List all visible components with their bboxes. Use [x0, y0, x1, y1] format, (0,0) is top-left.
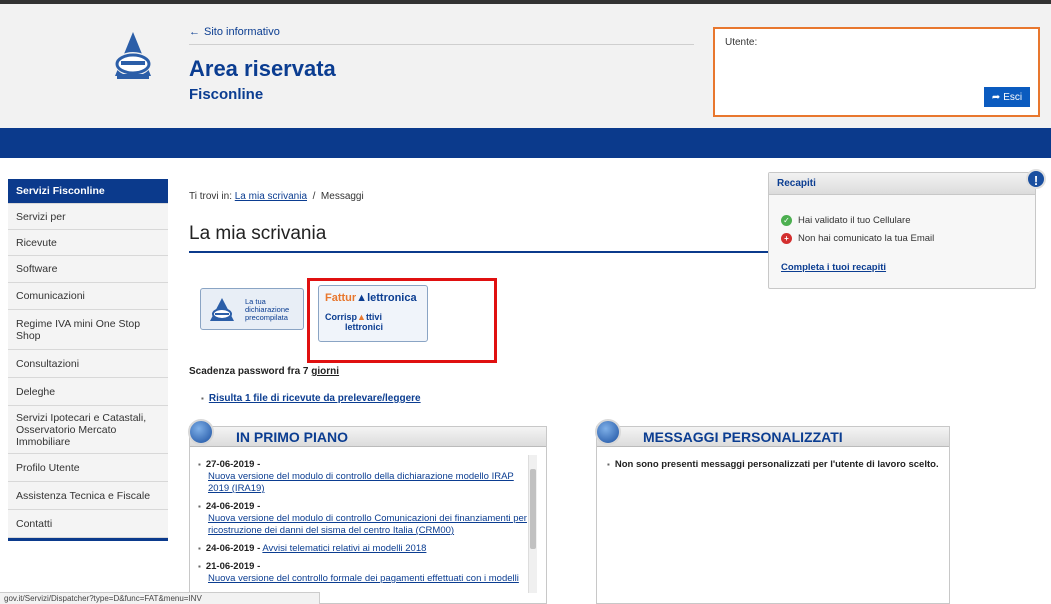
sidebar-item-comunicazioni[interactable]: Comunicazioni [8, 283, 168, 310]
precompilata-banner[interactable]: La tua dichiarazione precompilata [200, 288, 304, 330]
sidebar-item-servizi-fisconline[interactable]: Servizi Fisconline [8, 179, 168, 204]
sidebar-item-contatti[interactable]: Contatti [8, 510, 168, 538]
arrow-left-icon: ← [189, 26, 200, 38]
sidebar-item-software[interactable]: Software [8, 256, 168, 283]
bullet-icon: ▪ [198, 460, 201, 469]
completa-recapiti-link[interactable]: Completa i tuoi recapiti [781, 262, 886, 273]
sidebar-item-ricevute[interactable]: Ricevute [8, 230, 168, 256]
breadcrumb: Ti trovi in: La mia scrivania / Messaggi [189, 191, 364, 202]
status-bar-url: gov.it/Servizi/Dispatcher?type=D&func=FA… [0, 592, 320, 604]
messaggi-panel: MESSAGGI PERSONALIZZATI ▪ Non sono presen… [595, 419, 950, 604]
agenzia-entrate-logo[interactable] [109, 26, 157, 84]
sidebar-item-assistenza[interactable]: Assistenza Tecnica e Fiscale [8, 482, 168, 510]
news-item: ▪ 27-06-2019 - Nuova versione del modulo … [198, 459, 528, 495]
sidebar-item-regime-iva[interactable]: Regime IVA mini One Stop Shop [8, 310, 168, 350]
agenzia-entrate-logo-small [210, 298, 234, 321]
news-scrollbar[interactable] [528, 455, 537, 593]
page-title: La mia scrivania [189, 223, 327, 244]
bullet-icon: ▪ [198, 502, 201, 511]
bullet-icon: ▪ [198, 544, 201, 553]
recapiti-row-cellulare: ✓ Hai validato il tuo Cellulare [781, 215, 910, 226]
primo-piano-panel: IN PRIMO PIANO ▪ 27-06-2019 - Nuova versi… [188, 419, 547, 604]
primo-piano-title: IN PRIMO PIANO [236, 429, 349, 445]
bullet-icon: ▪ [201, 394, 204, 403]
news-item: ▪ 24-06-2019 - Avvisi telematici relativi… [198, 543, 427, 554]
sidebar-item-profilo-utente[interactable]: Profilo Utente [8, 454, 168, 482]
news-item: ▪ 21-06-2019 - Nuova versione del control… [198, 561, 528, 585]
sidebar-item-deleghe[interactable]: Deleghe [8, 378, 168, 406]
page-header-subtitle: Fisconline [189, 86, 264, 103]
news-scroll-thumb[interactable] [530, 469, 536, 549]
plus-error-icon: + [781, 233, 792, 244]
bullet-icon: ▪ [198, 562, 201, 571]
logout-icon: ➦ [991, 91, 1001, 103]
user-box: Utente: ➦ Esci [713, 27, 1040, 117]
exclamation-icon: ! [1026, 169, 1046, 189]
sidebar-item-servizi-per[interactable]: Servizi per [8, 204, 168, 230]
highlight-box [307, 278, 497, 363]
password-expiry-notice: Scadenza password fra 7 giorni [189, 366, 340, 377]
page-header-title: Area riservata [189, 56, 336, 81]
back-to-site-link[interactable]: ← Sito informativo [189, 26, 280, 38]
receipts-link[interactable]: Risulta 1 file di ricevute da prelevare/… [209, 393, 421, 404]
bullet-icon: ▪ [607, 460, 610, 469]
messaggi-text: ▪ Non sono presenti messaggi personalizza… [607, 459, 939, 470]
messaggi-title: MESSAGGI PERSONALIZZATI [643, 429, 843, 445]
news-link[interactable]: Nuova versione del modulo di controllo d… [198, 471, 528, 495]
news-item: ▪ 24-06-2019 - Nuova versione del modulo … [198, 501, 528, 537]
logout-button[interactable]: ➦ Esci [984, 87, 1030, 107]
precompilata-label: La tua dichiarazione precompilata [245, 297, 290, 322]
recapiti-row-email: + Non hai comunicato la tua Email [781, 233, 934, 244]
news-link[interactable]: Nuova versione del modulo di controllo C… [198, 513, 528, 537]
news-link[interactable]: Nuova versione del controllo formale dei… [198, 573, 528, 585]
news-link[interactable]: Avvisi telematici relativi ai modelli 20… [262, 543, 426, 554]
user-label: Utente: [725, 37, 758, 48]
sidebar-item-servizi-ipotecari[interactable]: Servizi Ipotecari e Catastali, Osservato… [8, 406, 168, 454]
page-title-rule [189, 251, 769, 253]
recapiti-title: Recapiti [777, 178, 816, 189]
check-icon: ✓ [781, 215, 792, 226]
info-globe-icon [188, 419, 214, 445]
nav-bar [0, 128, 1051, 158]
news-list: ▪ 27-06-2019 - Nuova versione del modulo … [198, 459, 528, 591]
message-bubble-icon [595, 419, 621, 445]
sidebar-bottom-border [8, 538, 168, 541]
sidebar: Servizi Fisconline Servizi per Ricevute … [8, 179, 168, 541]
sidebar-item-consultazioni[interactable]: Consultazioni [8, 350, 168, 378]
breadcrumb-link-scrivania[interactable]: La mia scrivania [235, 191, 307, 202]
header-divider [189, 44, 694, 45]
receipts-notice: ▪ Risulta 1 file di ricevute da prelevare… [201, 393, 421, 404]
header: ← Sito informativo Area riservata Fisconl… [0, 4, 1051, 128]
recapiti-box: Recapiti ! ✓ Hai validato il tuo Cellula… [768, 169, 1046, 289]
